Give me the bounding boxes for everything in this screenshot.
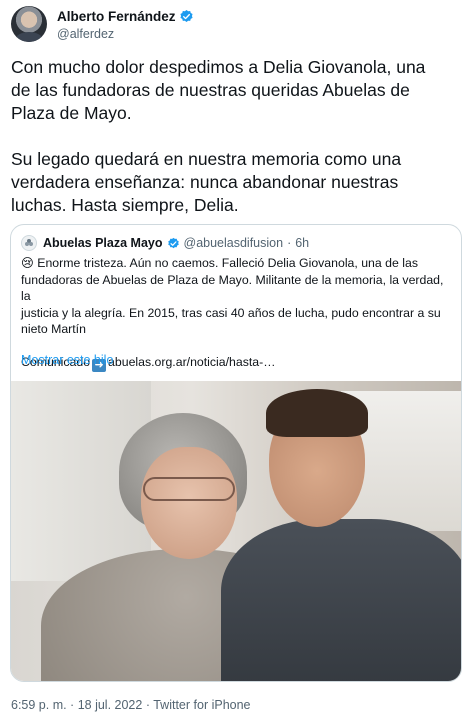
footer-separator: · — [142, 698, 154, 712]
quoted-tweet-header: Abuelas Plaza Mayo @abuelasdifusion · 6h — [21, 235, 309, 251]
tweet: Alberto Fernández @alferdez Con mucho do… — [0, 0, 470, 722]
quoted-link[interactable]: abuelas.org.ar/noticia/hasta-… — [108, 355, 275, 369]
quoted-tweet[interactable]: Abuelas Plaza Mayo @abuelasdifusion · 6h… — [10, 224, 462, 682]
timestamp[interactable]: 6:59 p. m. · 18 jul. 2022 — [11, 698, 142, 712]
tweet-text: Con mucho dolor despedimos a Delia Giova… — [11, 57, 426, 215]
author-avatar[interactable] — [11, 6, 47, 42]
crying-face-emoji: 😢 — [21, 256, 34, 270]
show-thread-link[interactable]: Mostrar este hilo — [21, 353, 113, 367]
author-name[interactable]: Alberto Fernández — [57, 9, 176, 24]
flower-logo-icon — [25, 239, 33, 246]
quoted-separator: · — [287, 236, 292, 250]
author-handle[interactable]: @alferdez — [57, 27, 114, 41]
tweet-footer: 6:59 p. m. · 18 jul. 2022 · Twitter for … — [11, 698, 251, 712]
quoted-photo[interactable] — [11, 381, 461, 681]
verified-badge-icon — [167, 237, 179, 248]
verified-badge-icon — [179, 9, 193, 22]
quoted-name: Abuelas Plaza Mayo — [43, 236, 163, 250]
source-label: Twitter for iPhone — [153, 698, 251, 712]
author-name-row: Alberto Fernández — [57, 9, 194, 24]
quoted-time: 6h — [295, 236, 310, 250]
quoted-avatar — [21, 235, 37, 251]
quoted-handle: @abuelasdifusion — [183, 236, 284, 250]
